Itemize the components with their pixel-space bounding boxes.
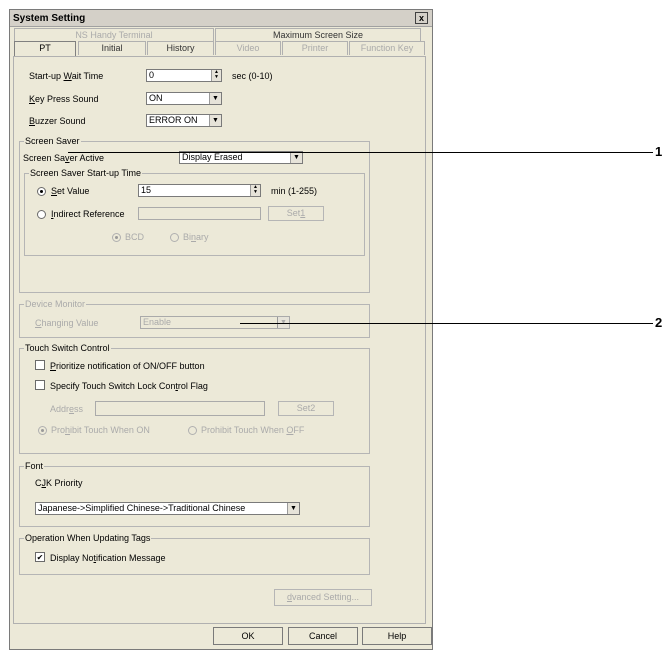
display-notification-checkbox[interactable]: ✔	[35, 552, 45, 562]
chevron-down-icon[interactable]: ▼	[209, 115, 221, 126]
spin-arrows-icon[interactable]: ▲ ▼	[211, 70, 221, 81]
tab-row-bottom: PT Initial History Video Printer Functio…	[12, 41, 425, 56]
cancel-button[interactable]: Cancel	[288, 627, 358, 645]
callout-line-1	[68, 152, 653, 153]
binary-radio[interactable]	[170, 233, 179, 242]
touch-switch-title: Touch Switch Control	[24, 343, 111, 353]
close-button[interactable]: x	[415, 12, 428, 24]
binary-label: Binary	[183, 232, 209, 242]
bcd-radio[interactable]	[112, 233, 121, 242]
cjk-priority-select[interactable]: Japanese->Simplified Chinese->Traditiona…	[35, 502, 300, 515]
set2-button[interactable]: Set2	[278, 401, 334, 416]
prioritize-label: Prioritize notification of ON/OFF button	[50, 361, 205, 371]
prohibit-off-radio[interactable]	[188, 426, 197, 435]
prioritize-checkbox[interactable]	[35, 360, 45, 370]
help-button[interactable]: Help	[362, 627, 432, 645]
font-title: Font	[24, 461, 45, 471]
buzzer-sound-select[interactable]: ERROR ON ▼	[146, 114, 222, 127]
screen-saver-active-label: Screen Saver Active	[23, 153, 105, 163]
system-setting-dialog: System Setting x NS Handy Terminal Maxim…	[9, 9, 433, 650]
display-notification-label: Display Notification Message	[50, 553, 166, 563]
touch-switch-group: Touch Switch Control Prioritize notifica…	[19, 343, 370, 454]
tab-pt[interactable]: PT	[14, 41, 76, 56]
startup-wait-label: Start-up Wait Time	[29, 71, 104, 81]
chevron-down-icon[interactable]: ▼	[290, 152, 302, 163]
specify-lock-flag-checkbox[interactable]	[35, 380, 45, 390]
set-value-input[interactable]: 15 ▲ ▼	[138, 184, 261, 197]
address-label: Address	[50, 404, 84, 414]
key-press-sound-select[interactable]: ON ▼	[146, 92, 222, 105]
tab-ns-handy-terminal[interactable]: NS Handy Terminal	[14, 28, 214, 42]
tab-initial[interactable]: Initial	[78, 41, 146, 55]
tab-printer[interactable]: Printer	[282, 41, 348, 55]
update-tags-group: Operation When Updating Tags ✔ Display N…	[19, 533, 370, 575]
screen-saver-startup-group: Screen Saver Start-up Time Set Value 15 …	[24, 168, 365, 256]
chevron-down-icon[interactable]: ▼	[209, 93, 221, 104]
buzzer-sound-label: Buzzer Sound	[29, 116, 86, 126]
set-value-radio[interactable]	[37, 187, 46, 196]
update-tags-title: Operation When Updating Tags	[24, 533, 152, 543]
set-value-label: Set Value	[51, 186, 90, 196]
callout-line-2	[240, 323, 653, 324]
specify-lock-flag-label: Specify Touch Switch Lock Control Flag	[50, 381, 208, 391]
address-input[interactable]	[95, 401, 265, 416]
set1-button[interactable]: Set1	[268, 206, 324, 221]
prohibit-on-radio[interactable]	[38, 426, 47, 435]
indirect-reference-label: Indirect Reference	[51, 209, 125, 219]
tab-row-top: NS Handy Terminal Maximum Screen Size	[12, 28, 421, 42]
tab-function-key[interactable]: Function Key	[349, 41, 425, 55]
startup-wait-input[interactable]: 0 ▲ ▼	[146, 69, 222, 82]
tab-history[interactable]: History	[147, 41, 214, 55]
dialog-title: System Setting	[13, 13, 86, 24]
ok-button[interactable]: OK	[213, 627, 283, 645]
set-value-unit: min (1-255)	[271, 186, 318, 196]
changing-value-label: Changing Value	[35, 318, 99, 328]
callout-number-1: 1	[655, 144, 663, 159]
spin-arrows-icon[interactable]: ▲ ▼	[250, 185, 260, 196]
screen-saver-startup-title: Screen Saver Start-up Time	[29, 168, 143, 178]
prohibit-on-label: Prohibit Touch When ON	[51, 425, 150, 435]
startup-wait-unit: sec (0-10)	[232, 71, 273, 81]
tab-maximum-screen-size[interactable]: Maximum Screen Size	[215, 28, 421, 42]
device-monitor-group: Device Monitor Changing Value Enable ▼	[19, 299, 370, 338]
prohibit-off-label: Prohibit Touch When OFF	[201, 425, 305, 435]
callout-number-2: 2	[655, 315, 663, 330]
screen-saver-group: Screen Saver Screen Saver Active Display…	[19, 136, 370, 293]
indirect-reference-input[interactable]	[138, 207, 261, 220]
device-monitor-title: Device Monitor	[24, 299, 87, 309]
pt-tab-panel: Start-up Wait Time 0 ▲ ▼ sec (0-10) Key P…	[13, 56, 426, 624]
chevron-down-icon[interactable]: ▼	[287, 503, 299, 514]
tab-video[interactable]: Video	[215, 41, 281, 55]
key-press-sound-label: Key Press Sound	[29, 94, 99, 104]
indirect-reference-radio[interactable]	[37, 210, 46, 219]
bcd-label: BCD	[125, 232, 145, 242]
cjk-priority-label: CJK Priority	[35, 478, 83, 488]
screen-saver-title: Screen Saver	[24, 136, 81, 146]
advanced-setting-button[interactable]: dvanced Setting...	[274, 589, 372, 606]
font-group: Font CJK Priority Japanese->Simplified C…	[19, 461, 370, 527]
title-bar: System Setting x	[10, 10, 432, 27]
